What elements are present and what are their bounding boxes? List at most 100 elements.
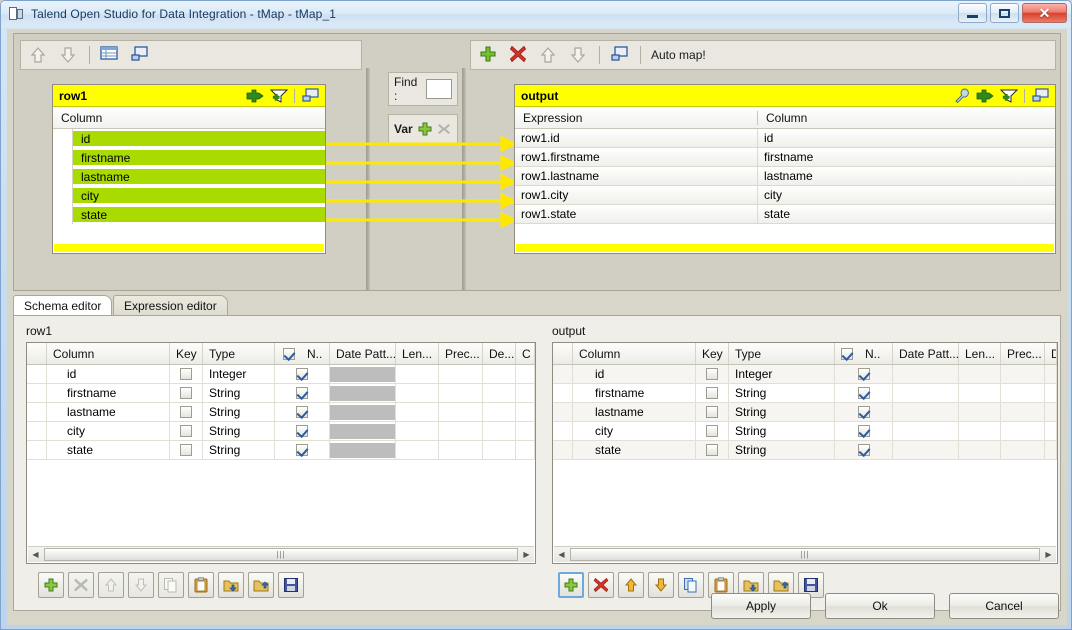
minimize-panel-icon[interactable] — [1031, 88, 1051, 104]
cell-date-pattern[interactable] — [893, 403, 959, 422]
minimize-button[interactable] — [958, 3, 987, 23]
cell-nullable[interactable] — [835, 422, 893, 441]
scroll-right-icon[interactable]: ▶ — [1041, 548, 1056, 562]
cell-precision[interactable] — [1001, 403, 1045, 422]
cell-column[interactable]: city — [573, 422, 696, 441]
cell-length[interactable] — [959, 422, 1001, 441]
cell-precision[interactable] — [1001, 384, 1045, 403]
cell-length[interactable] — [396, 422, 439, 441]
table-row[interactable]: row1.city city — [515, 186, 1055, 205]
cell-precision[interactable] — [1001, 365, 1045, 384]
cell-column[interactable]: id — [573, 365, 696, 384]
key-checkbox[interactable] — [706, 387, 718, 399]
cell-default[interactable] — [1045, 422, 1057, 441]
table-row[interactable]: city String — [553, 422, 1057, 441]
header-type[interactable]: Type — [729, 343, 835, 364]
cell-key[interactable] — [696, 422, 729, 441]
cell-type[interactable]: String — [203, 384, 275, 403]
nullable-checkbox[interactable] — [858, 368, 870, 380]
delete-column-button[interactable] — [588, 572, 614, 598]
table-row[interactable]: city String — [27, 422, 535, 441]
nullable-checkbox[interactable] — [858, 387, 870, 399]
table-row[interactable]: id Integer — [553, 365, 1057, 384]
delete-x-icon[interactable] — [509, 45, 529, 65]
scroll-right-icon[interactable]: ▶ — [519, 548, 534, 562]
cell-length[interactable] — [396, 441, 439, 460]
cell-length[interactable] — [959, 365, 1001, 384]
cell-column[interactable]: state — [573, 441, 696, 460]
filter-icon[interactable] — [270, 88, 288, 104]
key-checkbox[interactable] — [706, 425, 718, 437]
cell-default[interactable] — [483, 384, 516, 403]
cell-date-pattern[interactable] — [330, 403, 396, 422]
add-column-button[interactable] — [558, 572, 584, 598]
add-row-icon[interactable] — [976, 88, 994, 104]
cell-key[interactable] — [170, 422, 203, 441]
output-expression[interactable]: row1.firstname — [515, 148, 757, 167]
cell-nullable[interactable] — [275, 422, 330, 441]
table-row[interactable]: state String — [27, 441, 535, 460]
header-length[interactable]: Len... — [396, 343, 439, 364]
cell-comment[interactable] — [516, 365, 535, 384]
scroll-thumb[interactable]: ||| — [44, 548, 518, 561]
cell-column[interactable]: firstname — [47, 384, 170, 403]
tab-expression-editor[interactable]: Expression editor — [113, 295, 228, 315]
arrow-up-icon[interactable] — [29, 45, 49, 65]
cell-nullable[interactable] — [275, 441, 330, 460]
cell-comment[interactable] — [516, 403, 535, 422]
nullable-header-checkbox[interactable] — [283, 348, 295, 360]
cell-key[interactable] — [170, 403, 203, 422]
ok-button[interactable]: Ok — [825, 593, 935, 619]
key-checkbox[interactable] — [180, 368, 192, 380]
cell-length[interactable] — [959, 384, 1001, 403]
cell-type[interactable]: Integer — [729, 365, 835, 384]
cell-nullable[interactable] — [835, 441, 893, 460]
tab-schema-editor[interactable]: Schema editor — [13, 295, 112, 315]
output-table-header[interactable]: output — [515, 85, 1055, 107]
close-button[interactable]: ✕ — [1022, 3, 1067, 23]
header-precision[interactable]: Prec... — [1001, 343, 1045, 364]
input-table-header[interactable]: row1 — [53, 85, 325, 107]
copy-button[interactable] — [678, 572, 704, 598]
cell-date-pattern[interactable] — [330, 384, 396, 403]
plus-icon[interactable] — [479, 45, 499, 65]
auto-map-button[interactable]: Auto map! — [651, 48, 706, 62]
table-row[interactable]: row1.lastname lastname — [515, 167, 1055, 186]
table-row[interactable]: lastname — [53, 167, 325, 186]
export-schema-button[interactable] — [248, 572, 274, 598]
move-up-button[interactable] — [618, 572, 644, 598]
input-column-name[interactable]: id — [73, 130, 325, 147]
cell-precision[interactable] — [439, 441, 483, 460]
nullable-header-checkbox[interactable] — [841, 348, 853, 360]
arrow-down-icon[interactable] — [59, 45, 79, 65]
minimize-panel-icon[interactable] — [610, 45, 630, 65]
table-row[interactable]: lastname String — [553, 403, 1057, 422]
filter-icon[interactable] — [1000, 88, 1018, 104]
table-row[interactable]: firstname String — [553, 384, 1057, 403]
header-default[interactable]: De... — [483, 343, 516, 364]
cell-default[interactable] — [1045, 403, 1057, 422]
cell-precision[interactable] — [439, 422, 483, 441]
cell-date-pattern[interactable] — [893, 365, 959, 384]
header-default[interactable]: De — [1045, 343, 1057, 364]
cell-key[interactable] — [170, 441, 203, 460]
table-row[interactable]: firstname String — [27, 384, 535, 403]
cell-length[interactable] — [959, 441, 1001, 460]
minimize-panel-icon[interactable] — [301, 88, 321, 104]
output-column-name[interactable]: lastname — [757, 167, 1055, 186]
plus-icon[interactable] — [417, 121, 433, 137]
left-schema-hscrollbar[interactable]: ◀ ||| ▶ — [28, 546, 534, 562]
cell-column[interactable]: state — [47, 441, 170, 460]
table-row[interactable]: id Integer — [27, 365, 535, 384]
header-key[interactable]: Key — [696, 343, 729, 364]
maximize-button[interactable] — [990, 3, 1019, 23]
table-row[interactable]: state — [53, 205, 325, 224]
cell-comment[interactable] — [516, 441, 535, 460]
table-row[interactable]: state String — [553, 441, 1057, 460]
cell-nullable[interactable] — [835, 365, 893, 384]
cell-type[interactable]: String — [203, 422, 275, 441]
key-checkbox[interactable] — [706, 444, 718, 456]
cell-type[interactable]: String — [203, 403, 275, 422]
cell-type[interactable]: String — [729, 403, 835, 422]
nullable-checkbox[interactable] — [858, 444, 870, 456]
